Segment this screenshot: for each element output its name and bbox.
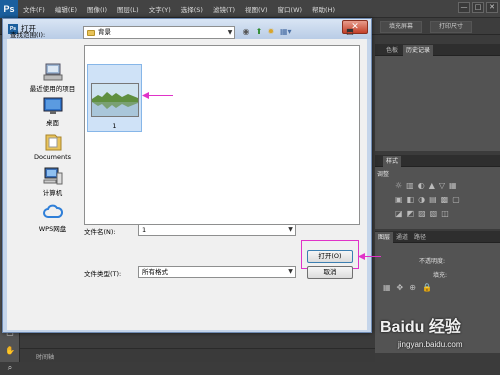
menu-window[interactable]: 窗口(W): [273, 4, 308, 14]
places-bar: 最近使用的项目 桌面 Documents 计算机 WPS网盘: [25, 45, 80, 307]
place-wps-cloud[interactable]: WPS网盘: [25, 203, 80, 233]
place-label: 桌面: [46, 119, 59, 127]
place-label: Documents: [33, 153, 72, 161]
menu-edit[interactable]: 编辑(E): [50, 4, 82, 14]
up-folder-icon[interactable]: ⬆: [254, 27, 264, 37]
place-computer[interactable]: 计算机: [25, 167, 80, 197]
tab-styles[interactable]: 样式: [383, 156, 402, 167]
tab-paths[interactable]: 路径: [411, 232, 429, 243]
computer-icon: [43, 167, 63, 185]
adjustments-panel-tabs: 样式: [375, 155, 500, 167]
print-size-button[interactable]: 打印尺寸: [430, 21, 472, 33]
menu-type[interactable]: 文字(Y): [144, 4, 176, 14]
preview-toggle-icon[interactable]: ⬒: [345, 27, 355, 37]
place-label: WPS网盘: [38, 225, 67, 233]
open-button[interactable]: 打开(O): [307, 250, 353, 263]
timeline-label[interactable]: 时间轴: [36, 352, 54, 361]
timeline-bar: 时间轴: [20, 348, 375, 362]
filename-label: 文件名(N):: [84, 228, 116, 236]
desktop-icon: [43, 97, 63, 115]
layers-panel-tabs: 图层 通道 路径: [375, 231, 500, 243]
fill-label: 填充:: [433, 272, 448, 279]
look-in-value: 背景: [98, 28, 111, 36]
tab-swatches[interactable]: 色板: [383, 45, 401, 56]
menu-view[interactable]: 视图(V): [240, 4, 273, 14]
maximize-button[interactable]: □: [472, 2, 484, 13]
adjustment-icons-row2[interactable]: ▣◧◑▤▩▢: [395, 195, 464, 204]
annotation-arrowhead: [142, 92, 149, 99]
new-folder-icon[interactable]: ✹: [266, 27, 276, 37]
tab-channels[interactable]: 通道: [393, 232, 411, 243]
menu-select[interactable]: 选择(S): [176, 4, 208, 14]
menu-bar: Ps 文件(F) 编辑(E) 图像(I) 图层(L) 文字(Y) 选择(S) 滤…: [0, 0, 500, 18]
filetype-select[interactable]: 所有格式: [138, 266, 296, 278]
look-in-label: 查找范围(I):: [10, 31, 46, 39]
hand-tool-icon[interactable]: ✋: [3, 344, 17, 358]
adjustments-panel: 调整 ☼▥◐▲▽▦ ▣◧◑▤▩▢ ◪◩▨▧◫: [375, 167, 500, 229]
opacity-label: 不透明度:: [419, 258, 446, 265]
tab-layers[interactable]: 图层: [375, 232, 394, 243]
file-item-name: 1: [112, 122, 117, 130]
history-panel-tabs: 色板 历史记录: [375, 44, 500, 56]
minimize-button[interactable]: —: [458, 2, 470, 13]
cloud-icon: [42, 203, 63, 221]
chevron-down-icon[interactable]: ▼: [285, 224, 296, 236]
place-label: 最近使用的项目: [29, 85, 76, 93]
filetype-label: 文件类型(T):: [84, 270, 122, 278]
documents-icon: [43, 133, 63, 151]
image-thumbnail[interactable]: [91, 83, 139, 117]
recent-items-icon: [43, 63, 63, 81]
place-documents[interactable]: Documents: [25, 133, 80, 161]
window-controls: — □ ✕: [458, 2, 498, 13]
back-icon[interactable]: ◉: [241, 27, 251, 37]
place-desktop[interactable]: 桌面: [25, 97, 80, 127]
baidu-watermark-url: jingyan.baidu.com: [398, 340, 463, 349]
close-window-button[interactable]: ✕: [486, 2, 498, 13]
chevron-down-icon[interactable]: ▼: [285, 266, 296, 278]
filename-input[interactable]: 1: [138, 224, 296, 236]
look-in-combo[interactable]: 背景: [83, 26, 235, 39]
adjustment-icons-row3[interactable]: ◪◩▨▧◫: [395, 209, 453, 218]
place-recent[interactable]: 最近使用的项目: [25, 63, 80, 93]
menu-layer[interactable]: 图层(L): [112, 4, 144, 14]
layer-lock-icons[interactable]: ▦✥⊕🔒: [383, 283, 438, 292]
cancel-button[interactable]: 取消: [307, 266, 353, 279]
menu-help[interactable]: 帮助(H): [307, 4, 340, 14]
folder-icon: [87, 29, 95, 40]
fill-screen-button[interactable]: 填充屏幕: [380, 21, 422, 33]
photoshop-logo: Ps: [0, 0, 18, 18]
history-panel: [375, 56, 500, 151]
tab-history[interactable]: 历史记录: [403, 45, 434, 56]
annotation-arrowhead: [358, 253, 365, 260]
menu-filter[interactable]: 滤镜(T): [208, 4, 240, 14]
menu-file[interactable]: 文件(F): [18, 4, 50, 14]
adjustments-title: 调整: [377, 171, 390, 178]
place-label: 计算机: [42, 189, 63, 197]
zoom-tool-icon[interactable]: ⌕: [3, 361, 17, 375]
adjustment-icons[interactable]: ☼▥◐▲▽▦: [395, 181, 461, 190]
view-menu-icon[interactable]: ▦▾: [280, 27, 292, 37]
chevron-down-icon[interactable]: ▼: [225, 26, 235, 39]
baidu-watermark-logo: Baidu 经验: [380, 319, 461, 336]
menu-image[interactable]: 图像(I): [82, 4, 112, 14]
